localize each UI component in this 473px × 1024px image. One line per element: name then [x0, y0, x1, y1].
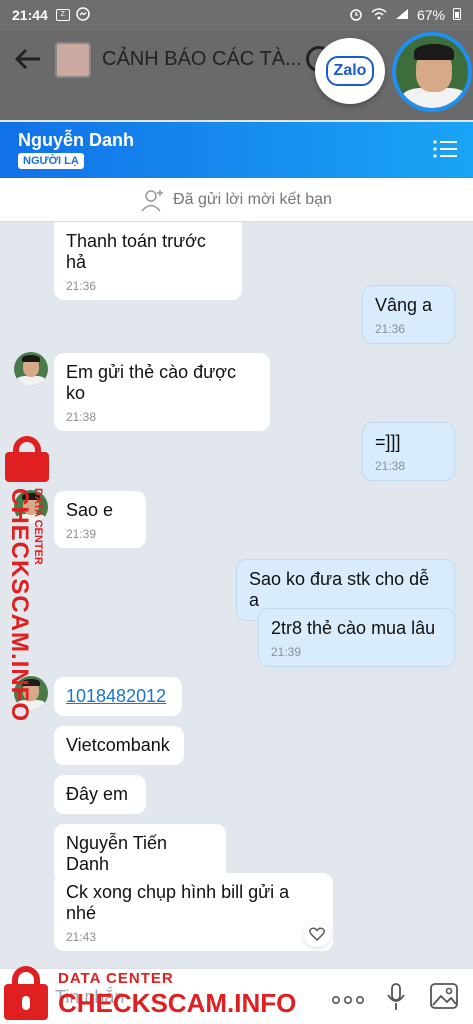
message-text: Ck xong chụp hình bill gửi a nhé	[66, 882, 290, 923]
battery-icon	[453, 7, 461, 23]
friend-request-bar: Đã gửi lời mời kết bạn	[0, 178, 473, 222]
message-time: 21:39	[66, 527, 97, 541]
message-time: 21:36	[66, 279, 97, 293]
contact-avatar[interactable]	[14, 352, 48, 386]
group-title: CẢNH BÁO CÁC TÀ...	[102, 48, 302, 70]
message-bubble[interactable]: 1018482012	[54, 677, 182, 716]
message-text: Nguyễn Tiến Danh	[66, 833, 168, 874]
message-text: Sao e	[66, 500, 114, 520]
messenger-notification-icon	[76, 6, 90, 24]
message-time: 21:43	[66, 930, 97, 944]
message-bubble[interactable]: Sao e 21:39	[54, 491, 146, 548]
message-bubble[interactable]: Em gửi thẻ cào được ko 21:38	[54, 353, 270, 431]
message-text: Em gửi thẻ cào được ko	[66, 362, 236, 403]
signal-icon	[395, 7, 409, 23]
heart-icon[interactable]	[303, 921, 331, 947]
message-bubble[interactable]: =]]] 21:38	[362, 422, 455, 481]
contact-name[interactable]: Nguyễn Danh	[18, 130, 134, 151]
add-friend-icon	[141, 189, 164, 211]
message-text: Vâng a	[375, 295, 433, 315]
status-right: 67%	[349, 7, 461, 24]
watermark-bottom-main: CHECKSCAM.INFO	[58, 988, 297, 1018]
message-text: Vietcombank	[66, 735, 170, 755]
message-bubble[interactable]: Ck xong chụp hình bill gửi a nhé 21:43	[54, 873, 333, 951]
wifi-icon	[371, 7, 387, 23]
battery-text: 67%	[416, 7, 445, 23]
friend-request-text: Đã gửi lời mời kết bạn	[173, 190, 332, 208]
back-arrow-icon[interactable]	[14, 46, 42, 78]
message-time: 21:38	[66, 410, 97, 424]
image-icon[interactable]	[430, 983, 458, 1014]
chat-head-avatar[interactable]	[392, 32, 472, 112]
message-time: 21:39	[271, 645, 302, 659]
message-text: Đây em	[66, 784, 129, 804]
watermark-vertical: CHECKSCAM.INFO DATA CENTER	[3, 436, 51, 722]
lock-body	[5, 452, 49, 482]
watermark-bottom-sub: DATA CENTER	[58, 970, 174, 987]
group-avatar	[55, 42, 91, 78]
more-options-icon[interactable]	[331, 985, 364, 1011]
alarm-icon	[349, 7, 363, 24]
message-text: Thanh toán trước hả	[66, 231, 206, 272]
watermark-text-sub: DATA CENTER	[32, 488, 44, 565]
message-time: 21:36	[375, 322, 406, 336]
zalo-bubble-icon[interactable]: Zalo	[315, 38, 385, 104]
message-bubble[interactable]: Vietcombank	[54, 726, 184, 765]
account-number-link[interactable]: 1018482012	[66, 686, 166, 706]
message-text: =]]]	[375, 432, 401, 452]
mic-icon[interactable]	[386, 983, 406, 1016]
message-text: 2tr8 thẻ cào mua lâu	[271, 618, 436, 638]
message-bubble[interactable]: Thanh toán trước hả 21:36	[54, 222, 242, 300]
message-bubble[interactable]: Đây em	[54, 775, 146, 814]
zalo-logo: Zalo	[325, 56, 375, 86]
status-time: 21:44	[12, 7, 48, 23]
stranger-badge: NGƯỜI LẠ	[18, 153, 84, 169]
avatar-hair	[414, 44, 454, 60]
zalo-notification-icon: Z	[55, 9, 70, 21]
message-time: 21:38	[375, 459, 406, 473]
lock-icon	[4, 964, 48, 1022]
message-bubble[interactable]: Vâng a 21:36	[362, 285, 455, 344]
chat-header: Nguyễn Danh NGƯỜI LẠ	[0, 122, 473, 178]
notification-icons: Z	[55, 6, 90, 24]
menu-icon[interactable]	[433, 139, 457, 159]
watermark-text-main: CHECKSCAM.INFO	[6, 488, 33, 722]
status-bar: 21:44 Z 67%	[0, 0, 473, 30]
message-text: Sao ko đưa stk cho dễ a	[249, 569, 430, 610]
message-bubble[interactable]: 2tr8 thẻ cào mua lâu 21:39	[258, 608, 455, 667]
